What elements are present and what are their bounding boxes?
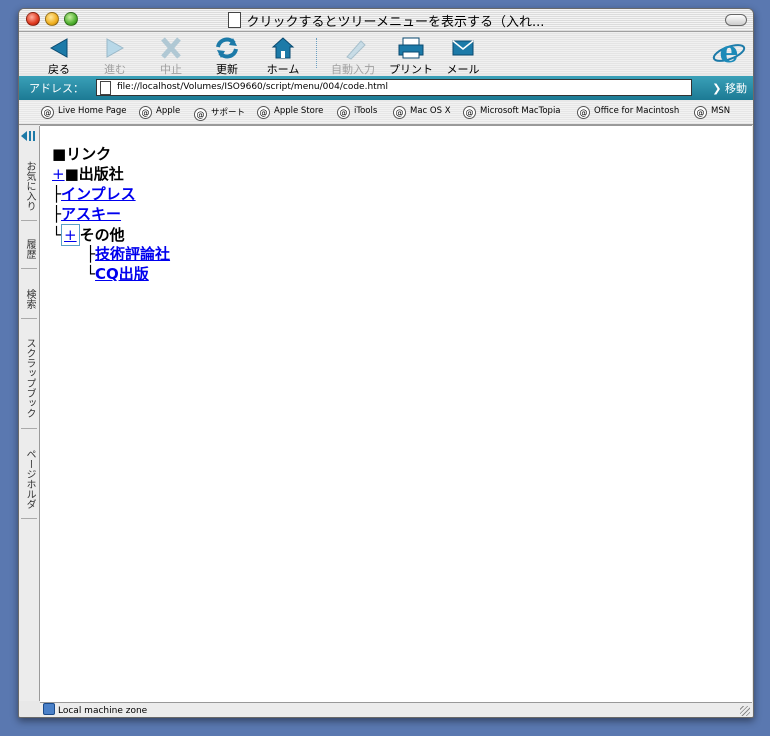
go-button[interactable]: ❯ 移動 — [712, 80, 747, 96]
mail-label: メール — [446, 63, 480, 76]
favorite-item[interactable]: @ MSN — [694, 106, 730, 119]
at-icon: @ — [577, 106, 590, 119]
toolbar: 戻る 進む 中止 更新 ホーム 自動入力 プリント メール e — [19, 32, 753, 76]
sidebar-tab-search[interactable]: 検索 — [21, 284, 37, 319]
favorite-item[interactable]: @ Office for Macintosh — [577, 106, 679, 119]
at-icon: @ — [393, 106, 406, 119]
address-label: アドレス： — [29, 82, 84, 95]
sidebar-tab-scrapbook[interactable]: スクラップブック — [21, 332, 37, 429]
stop-x-icon — [161, 37, 181, 59]
autofill-pen-icon — [346, 40, 366, 60]
home-label: ホーム — [266, 63, 300, 76]
address-field[interactable]: file://localhost/Volumes/ISO9660/script/… — [96, 79, 692, 96]
back-button[interactable]: 戻る — [31, 32, 87, 76]
expand-publishers-button[interactable]: + — [52, 165, 65, 183]
tree-item: ├インプレス — [52, 184, 170, 204]
at-icon: @ — [194, 108, 207, 121]
favorite-item[interactable]: @ Mac OS X — [393, 106, 451, 119]
at-icon: @ — [337, 106, 350, 119]
at-icon: @ — [257, 106, 270, 119]
refresh-icon — [216, 37, 238, 59]
tree-connector: └ — [52, 226, 62, 244]
zone-text: Local machine zone — [58, 706, 148, 716]
explorer-sidebar: お気に入り 履歴 検索 スクラップブック ページホルダ — [19, 126, 40, 701]
favorite-item[interactable]: @ Apple Store — [257, 106, 323, 119]
sidebar-tab-page-holder[interactable]: ページホルダ — [21, 444, 37, 519]
sidebar-tab-history[interactable]: 履歴 — [21, 234, 37, 269]
home-icon — [271, 37, 295, 59]
back-arrow-icon — [49, 38, 68, 58]
forward-arrow-icon — [106, 38, 125, 58]
tree-connector: ├ — [52, 205, 62, 223]
tree-connector: ├ — [52, 185, 62, 203]
window-title-text: クリックするとツリーメニューを表示する（入れ... — [246, 15, 545, 30]
tree-node-publishers: +■出版社 — [52, 164, 170, 184]
page-content: ■リンク +■出版社 ├インプレス ├アスキー └ + その他 ├技術評論社 └CQ… — [40, 125, 752, 703]
address-url: file://localhost/Volumes/ISO9660/script/… — [117, 82, 388, 92]
go-label: 移動 — [725, 82, 747, 95]
page-icon — [100, 81, 111, 95]
toolbar-separator — [316, 38, 317, 68]
sidebar-tab-favorites[interactable]: お気に入り — [21, 156, 37, 221]
favorite-item[interactable]: @ iTools — [337, 106, 377, 119]
refresh-button[interactable]: 更新 — [199, 32, 255, 76]
tree-subitem: ├技術評論社 — [52, 244, 170, 264]
link-impress[interactable]: インプレス — [61, 185, 136, 203]
browser-window: クリックするとツリーメニューを表示する（入れ... 戻る 進む 中止 更新 ホー… — [18, 8, 754, 718]
document-icon — [227, 12, 241, 28]
at-icon: @ — [694, 106, 707, 119]
resize-grip[interactable] — [740, 706, 750, 716]
at-icon: @ — [463, 106, 476, 119]
refresh-label: 更新 — [216, 63, 238, 76]
title-bar[interactable]: クリックするとツリーメニューを表示する（入れ... — [19, 9, 753, 32]
favorite-item[interactable]: @ Live Home Page — [41, 106, 126, 119]
autofill-button[interactable]: 自動入力 — [323, 32, 383, 76]
tree-subitem: └CQ出版 — [52, 264, 170, 284]
mail-button[interactable]: メール — [435, 32, 491, 76]
tree-node-other: └ + その他 — [52, 224, 170, 246]
tree-menu: ■リンク +■出版社 ├インプレス ├アスキー └ + その他 ├技術評論社 └CQ… — [52, 144, 170, 284]
print-button[interactable]: プリント — [383, 32, 439, 76]
status-bar: Local machine zone — [40, 702, 752, 717]
address-bar: アドレス： file://localhost/Volumes/ISO9660/s… — [19, 76, 753, 100]
zone-icon — [43, 703, 55, 715]
back-label: 戻る — [48, 63, 70, 76]
mail-envelope-icon — [452, 40, 474, 56]
svg-text:e: e — [719, 35, 738, 70]
forward-button[interactable]: 進む — [87, 32, 143, 76]
link-cq[interactable]: CQ出版 — [95, 265, 149, 283]
favorites-bar: @ Live Home Page @ Apple @ サポート @ Apple Stor… — [19, 102, 753, 125]
link-ascii[interactable]: アスキー — [61, 205, 121, 223]
tree-connector: ├ — [86, 245, 96, 263]
at-icon: @ — [139, 106, 152, 119]
sidebar-toggle-icon[interactable] — [21, 130, 37, 142]
tree-item: ├アスキー — [52, 204, 170, 224]
printer-icon — [398, 37, 424, 59]
home-button[interactable]: ホーム — [255, 32, 311, 76]
forward-label: 進む — [104, 63, 126, 76]
tree-connector: └ — [86, 265, 96, 283]
collapse-toolbar-button[interactable] — [725, 14, 747, 26]
link-gihyo[interactable]: 技術評論社 — [95, 245, 170, 263]
autofill-label: 自動入力 — [331, 63, 375, 76]
favorite-item[interactable]: @ Apple — [139, 106, 180, 119]
expand-other-button[interactable]: + — [61, 224, 80, 246]
favorite-item[interactable]: @ Microsoft MacTopia — [463, 106, 561, 119]
tree-heading: ■リンク — [52, 145, 112, 163]
other-label: その他 — [79, 226, 125, 244]
favorite-item[interactable]: @ サポート — [194, 106, 245, 121]
window-title: クリックするとツリーメニューを表示する（入れ... — [19, 11, 753, 30]
at-icon: @ — [41, 106, 54, 119]
ie-logo-icon: e — [712, 35, 746, 70]
publishers-label: ■出版社 — [64, 165, 124, 183]
stop-label: 中止 — [160, 63, 182, 76]
stop-button[interactable]: 中止 — [143, 32, 199, 76]
print-label: プリント — [389, 63, 433, 76]
